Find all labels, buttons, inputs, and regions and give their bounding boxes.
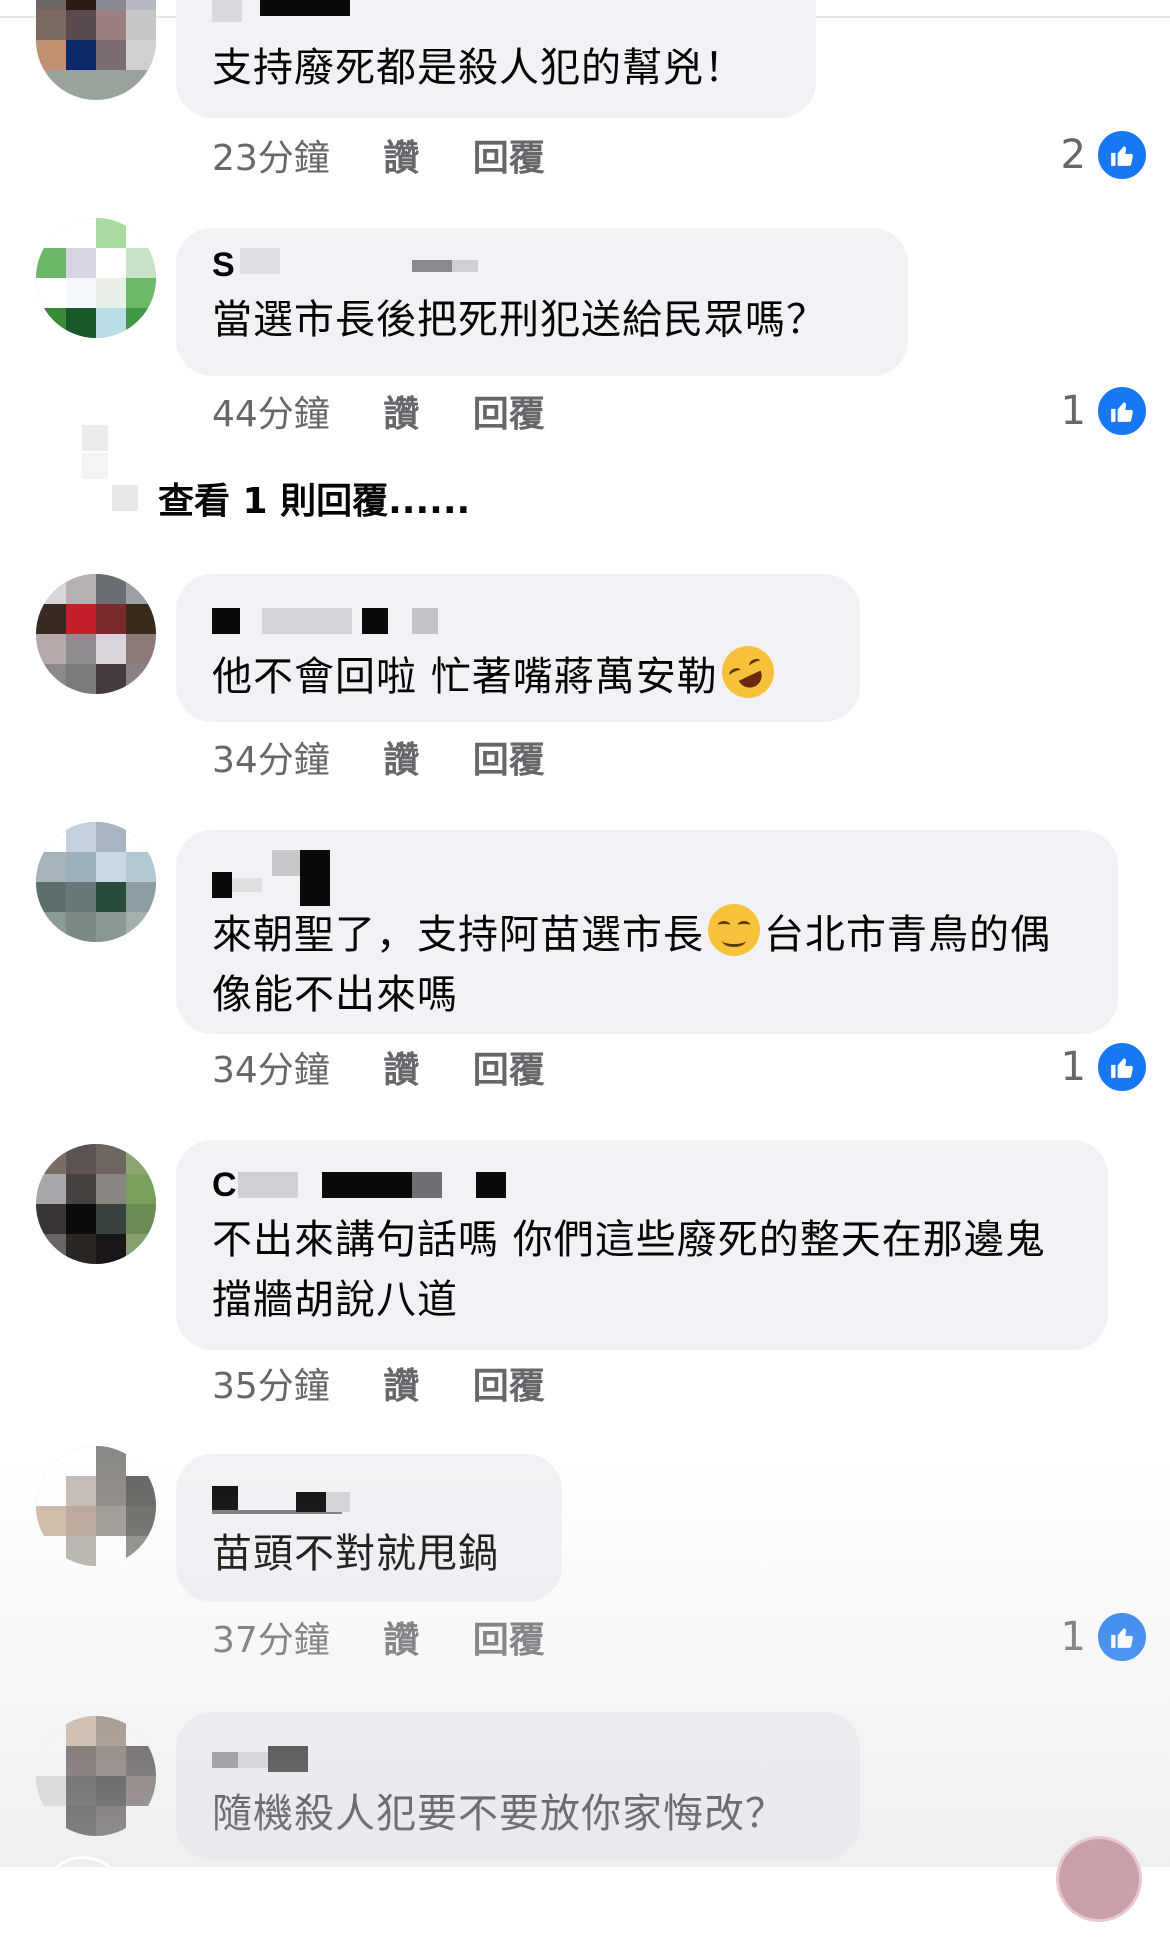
like-button[interactable]: 讚 xyxy=(383,134,419,184)
reaction-count[interactable]: 1 xyxy=(1060,385,1148,437)
comment-text: 隨機殺人犯要不要放你家悔改？ xyxy=(212,1791,786,1837)
comment-bubble: S 當選市長後把死刑犯送給民眾嗎？ xyxy=(176,228,908,376)
comment-meta: 37分鐘 讚 回覆 xyxy=(212,1616,587,1666)
like-button[interactable]: 讚 xyxy=(383,736,419,786)
comment-bubble: 他不會回啦 忙著嘴蔣萬安勒 xyxy=(176,574,860,722)
like-count: 2 xyxy=(1060,132,1086,178)
reply-button[interactable]: 回覆 xyxy=(473,390,545,440)
comment-time[interactable]: 37分鐘 xyxy=(212,1616,330,1666)
comment-meta: 44分鐘 讚 回覆 xyxy=(212,390,587,440)
reply-avatar-thumb xyxy=(82,425,138,515)
comment-meta: 23分鐘 讚 回覆 xyxy=(212,134,587,184)
comment-bubble: 苗頭不對就甩鍋 xyxy=(176,1454,562,1602)
author-name[interactable] xyxy=(212,1482,412,1516)
author-name[interactable] xyxy=(212,0,412,30)
comment-text: 來朝聖了，支持阿苗選市長 台北市青鳥的偶像能不出來嗎 xyxy=(212,904,1082,1025)
thumbs-up-icon xyxy=(1096,1041,1148,1093)
comment-meta: 35分鐘 讚 回覆 xyxy=(212,1362,587,1412)
like-count: 1 xyxy=(1060,1044,1086,1090)
author-name[interactable] xyxy=(212,850,372,906)
author-name[interactable] xyxy=(212,604,472,638)
rolling-laughing-emoji-icon xyxy=(713,637,783,707)
comment-bubble: 支持廢死都是殺人犯的幫兇！ xyxy=(176,0,816,118)
comment-text: 支持廢死都是殺人犯的幫兇！ xyxy=(212,45,745,91)
comment-time[interactable]: 34分鐘 xyxy=(212,736,330,786)
avatar[interactable] xyxy=(36,574,156,694)
avatar[interactable] xyxy=(36,1716,156,1836)
thumbs-up-icon xyxy=(1096,129,1148,181)
avatar[interactable] xyxy=(36,1446,156,1566)
avatar[interactable] xyxy=(36,218,156,338)
thumbs-up-icon xyxy=(1096,385,1148,437)
author-name[interactable]: S xyxy=(212,248,512,282)
reply-button[interactable]: 回覆 xyxy=(473,736,545,786)
reply-button[interactable]: 回覆 xyxy=(473,1046,545,1096)
reaction-count[interactable]: 2 xyxy=(1060,129,1148,181)
comment-bubble: 來朝聖了，支持阿苗選市長 台北市青鳥的偶像能不出來嗎 xyxy=(176,830,1118,1034)
comment-bubble: 隨機殺人犯要不要放你家悔改？ xyxy=(176,1712,860,1860)
thumbs-up-icon xyxy=(1096,1611,1148,1663)
like-button[interactable]: 讚 xyxy=(383,1362,419,1412)
view-replies-link[interactable]: 查看 1 則回覆...... xyxy=(158,472,470,524)
like-button[interactable]: 讚 xyxy=(383,390,419,440)
comment-meta: 34分鐘 讚 回覆 xyxy=(212,1046,587,1096)
comment-time[interactable]: 23分鐘 xyxy=(212,134,330,184)
avatar[interactable] xyxy=(36,1144,156,1264)
like-count: 1 xyxy=(1060,388,1086,434)
scroll-indicator-icon xyxy=(40,1856,126,1942)
comment-time[interactable]: 35分鐘 xyxy=(212,1362,330,1412)
like-button[interactable]: 讚 xyxy=(383,1616,419,1666)
comment-text: 當選市長後把死刑犯送給民眾嗎？ xyxy=(212,297,827,343)
floating-action-button[interactable] xyxy=(1056,1836,1142,1922)
avatar[interactable] xyxy=(36,822,156,942)
reply-button[interactable]: 回覆 xyxy=(473,134,545,184)
comment-bubble: C 不出來講句話嗎 你們這些廢死的整天在那邊鬼擋牆胡說八道 xyxy=(176,1140,1108,1350)
author-name[interactable] xyxy=(212,1742,372,1776)
comment-text: 他不會回啦 忙著嘴蔣萬安勒 xyxy=(212,637,824,707)
like-button[interactable]: 讚 xyxy=(383,1046,419,1096)
smiling-face-emoji-icon xyxy=(708,904,760,956)
reply-button[interactable]: 回覆 xyxy=(473,1616,545,1666)
comment-meta: 34分鐘 讚 回覆 xyxy=(212,736,587,786)
avatar[interactable] xyxy=(36,0,156,100)
comment-time[interactable]: 34分鐘 xyxy=(212,1046,330,1096)
reply-button[interactable]: 回覆 xyxy=(473,1362,545,1412)
comment-text: 不出來講句話嗎 你們這些廢死的整天在那邊鬼擋牆胡說八道 xyxy=(212,1217,1046,1323)
comment-time[interactable]: 44分鐘 xyxy=(212,390,330,440)
comment-text: 苗頭不對就甩鍋 xyxy=(212,1531,499,1577)
reaction-count[interactable]: 1 xyxy=(1060,1611,1148,1663)
author-name[interactable]: C xyxy=(212,1168,512,1202)
like-count: 1 xyxy=(1060,1614,1086,1660)
reaction-count[interactable]: 1 xyxy=(1060,1041,1148,1093)
